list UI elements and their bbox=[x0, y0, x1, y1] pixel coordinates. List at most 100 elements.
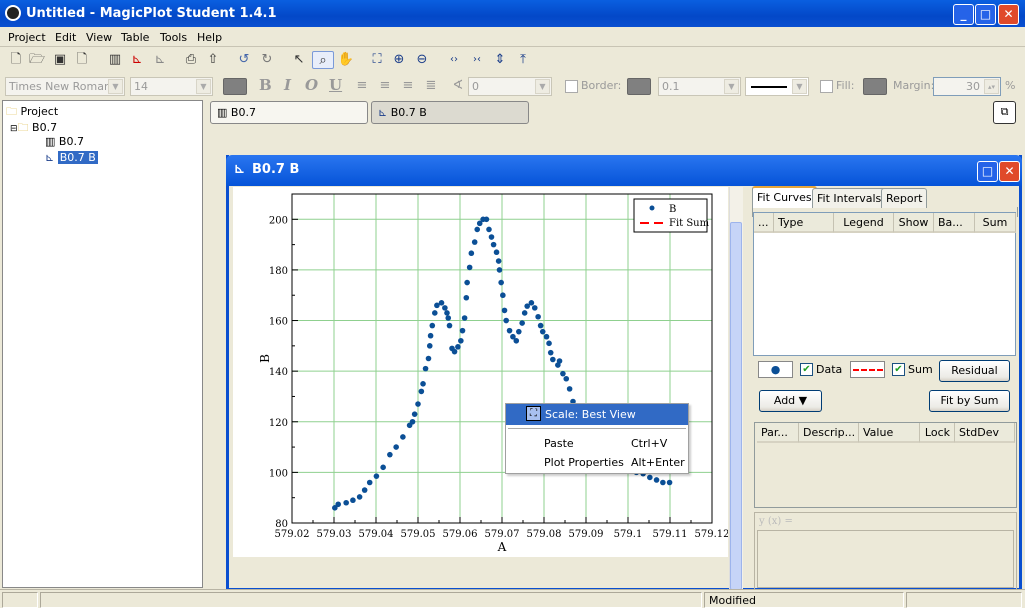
menu-help[interactable]: Help bbox=[197, 31, 222, 44]
shrink-horizontal-icon[interactable]: ›‹ bbox=[468, 51, 486, 69]
pointer-icon[interactable]: ↖ bbox=[290, 51, 308, 69]
menu-item-plot-properties[interactable]: Plot Properties bbox=[544, 456, 624, 469]
angle-combo[interactable]: 0 ▼ bbox=[468, 77, 552, 96]
data-point bbox=[425, 355, 432, 362]
formula-field[interactable] bbox=[757, 530, 1014, 588]
tab-report[interactable]: Report bbox=[881, 188, 928, 208]
plot-area[interactable]: 579.02 579.03 579.04 579.05 579.06 579.07 579.… bbox=[233, 187, 730, 557]
menu-tools[interactable]: Tools bbox=[160, 31, 187, 44]
zoom-in-icon[interactable]: ⊕ bbox=[390, 51, 408, 69]
maximize-button[interactable]: □ bbox=[977, 161, 998, 182]
column-header[interactable]: StdDev bbox=[955, 423, 1015, 443]
undo-icon[interactable]: ↺ bbox=[235, 51, 253, 69]
minimize-button[interactable]: _ bbox=[953, 4, 974, 25]
data-point bbox=[521, 310, 528, 316]
sum-style-swatch[interactable] bbox=[850, 361, 885, 378]
add-button[interactable]: Add ▼ bbox=[759, 390, 822, 412]
spinner-arrows-icon[interactable]: ▴▾ bbox=[984, 79, 999, 94]
menu-item-best-view[interactable]: ⛶ Scale: Best View bbox=[506, 404, 688, 425]
close-button[interactable]: ✕ bbox=[998, 4, 1019, 25]
collapse-icon[interactable]: ⊟ bbox=[10, 124, 18, 134]
border-width-combo[interactable]: 0.1 ▼ bbox=[658, 77, 741, 96]
new-plot-icon[interactable]: ⊾ bbox=[128, 51, 146, 69]
menu-separator bbox=[508, 428, 686, 429]
export-icon[interactable]: ⇧ bbox=[204, 51, 222, 69]
column-header[interactable]: ... bbox=[754, 213, 774, 233]
column-header[interactable]: Par... bbox=[757, 423, 799, 443]
tree-item-table[interactable]: ▥ B0.7 bbox=[45, 135, 84, 148]
save-as-icon[interactable]: 🗋 bbox=[73, 51, 91, 69]
fill-checkbox[interactable] bbox=[820, 80, 833, 93]
data-point bbox=[432, 310, 438, 316]
tree-item-plot[interactable]: ⊾ B0.7 B bbox=[45, 151, 98, 164]
new-project-icon[interactable]: 🗋 bbox=[7, 51, 25, 69]
open-icon[interactable]: 🗁 bbox=[28, 51, 46, 69]
column-header[interactable]: Type bbox=[774, 213, 834, 233]
scatter-chart[interactable]: 579.02 579.03 579.04 579.05 579.06 579.07 579.… bbox=[233, 187, 730, 557]
line-style-combo[interactable]: ▼ bbox=[745, 77, 809, 96]
angle-icon: ∢ bbox=[452, 78, 464, 93]
menu-table[interactable]: Table bbox=[121, 31, 149, 44]
close-button[interactable]: ✕ bbox=[999, 161, 1020, 182]
best-view-icon[interactable]: ⛶ bbox=[368, 51, 386, 69]
column-header[interactable]: Ba... bbox=[934, 213, 975, 233]
new-table-icon[interactable]: ▥ bbox=[106, 51, 124, 69]
border-checkbox[interactable] bbox=[565, 80, 578, 93]
text-color-swatch[interactable] bbox=[223, 78, 247, 95]
column-header[interactable]: Show bbox=[894, 213, 934, 233]
save-icon[interactable]: ▣ bbox=[51, 51, 69, 69]
menu-project[interactable]: Project bbox=[8, 31, 46, 44]
zoom-box-icon[interactable]: ⌕ bbox=[312, 51, 334, 69]
column-header[interactable]: Value bbox=[859, 423, 920, 443]
doc-tab-plot[interactable]: ⊾ B0.7 B bbox=[371, 101, 529, 124]
shrink-vertical-icon[interactable]: ⤒ bbox=[514, 51, 532, 69]
tab-fit-curves[interactable]: Fit Curves bbox=[752, 186, 817, 208]
data-point bbox=[411, 411, 418, 417]
margin-spinner[interactable]: 30 ▴▾ bbox=[933, 77, 1001, 96]
justify-icon[interactable]: ≣ bbox=[422, 77, 440, 95]
border-color-swatch[interactable] bbox=[627, 78, 651, 95]
x-tick-label: 579.09 bbox=[569, 529, 604, 540]
fill-color-swatch[interactable] bbox=[863, 78, 887, 95]
parameters-table[interactable]: Par... Descrip... Value Lock StdDev bbox=[754, 422, 1017, 508]
data-point bbox=[466, 264, 473, 271]
menu-item-paste[interactable]: Paste bbox=[544, 437, 574, 450]
expand-horizontal-icon[interactable]: ‹› bbox=[445, 51, 463, 69]
size-combo[interactable]: 14 ▼ bbox=[130, 77, 213, 96]
fit-by-sum-button[interactable]: Fit by Sum bbox=[929, 390, 1010, 412]
cascade-windows-button[interactable]: ⧉ bbox=[993, 101, 1016, 124]
residual-button[interactable]: Residual bbox=[939, 360, 1010, 382]
align-right-icon[interactable]: ≡ bbox=[399, 77, 417, 95]
column-header[interactable]: Legend bbox=[834, 213, 894, 233]
align-center-icon[interactable]: ≡ bbox=[376, 77, 394, 95]
underline-button[interactable]: U bbox=[329, 76, 342, 94]
menu-edit[interactable]: Edit bbox=[55, 31, 76, 44]
menu-view[interactable]: View bbox=[86, 31, 112, 44]
hand-icon[interactable]: ✋ bbox=[337, 51, 355, 69]
data-checkbox[interactable]: ✔ bbox=[800, 363, 813, 376]
align-left-icon[interactable]: ≡ bbox=[353, 77, 371, 95]
legend-marker-b bbox=[649, 205, 655, 211]
maximize-button[interactable]: □ bbox=[975, 4, 996, 25]
column-header[interactable]: Descrip... bbox=[799, 423, 859, 443]
expand-vertical-icon[interactable]: ⇕ bbox=[491, 51, 509, 69]
scrollbar-thumb[interactable] bbox=[730, 222, 742, 590]
column-header[interactable]: Lock bbox=[920, 423, 955, 443]
print-icon[interactable]: ⎙ bbox=[182, 51, 200, 69]
new-fit-plot-icon[interactable]: ⊾ bbox=[151, 51, 169, 69]
doc-tab-table[interactable]: ▥ B0.7 bbox=[210, 101, 368, 124]
zoom-out-icon[interactable]: ⊖ bbox=[413, 51, 431, 69]
redo-icon[interactable]: ↻ bbox=[258, 51, 276, 69]
font-combo[interactable]: Times New Roman ▼ bbox=[5, 77, 125, 96]
bold-button[interactable]: B bbox=[259, 76, 272, 94]
project-tree: 🗀 Project ⊟🗀 B0.7 ▥ B0.7 ⊾ B0.7 B bbox=[2, 100, 203, 588]
fit-curves-table[interactable]: ... Type Legend Show Ba... Sum bbox=[753, 212, 1016, 356]
data-style-swatch[interactable]: ● bbox=[758, 361, 793, 378]
overline-button[interactable]: O bbox=[305, 76, 318, 94]
sum-checkbox[interactable]: ✔ bbox=[892, 363, 905, 376]
italic-button[interactable]: I bbox=[284, 76, 291, 94]
border-width-value: 0.1 bbox=[662, 80, 680, 93]
divider bbox=[0, 46, 1025, 47]
tab-fit-intervals[interactable]: Fit Intervals bbox=[812, 188, 887, 208]
column-header[interactable]: Sum bbox=[975, 213, 1016, 233]
